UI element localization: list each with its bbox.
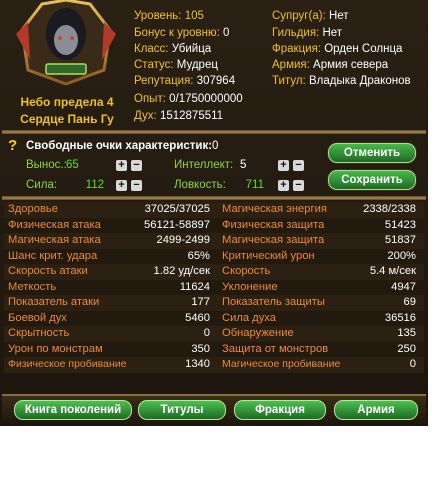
stat-value: 1.82 уд/сек	[153, 265, 210, 277]
stat-label: Скорость	[222, 265, 271, 277]
stat-value: 135	[397, 327, 416, 339]
rank-title-line1: Небо предела 4	[20, 95, 114, 109]
stat-row: Физическое пробивание 1340 Магическое проб…	[4, 357, 424, 373]
stat-value: 1340	[185, 358, 210, 370]
stat-value: 5.4 м/сек	[369, 265, 416, 277]
attr-agility-label: Ловкость:	[174, 179, 226, 191]
stat-row: Шанс крит. удара 65% Критический урон 200%	[4, 248, 424, 264]
info-experience: Опыт: 0/1750000000	[134, 93, 243, 105]
stamina-plus-button[interactable]: +	[116, 160, 127, 171]
info-spouse: Супруг(а): Нет	[272, 10, 349, 22]
stat-value: 0	[203, 327, 210, 339]
info-level: Уровень: 105	[134, 10, 204, 22]
strength-plus-button[interactable]: +	[116, 180, 127, 191]
stat-label: Физическая защита	[222, 218, 325, 231]
intellect-plus-button[interactable]: +	[278, 160, 289, 171]
info-army: Армия: Армия севера	[272, 59, 389, 71]
stat-label: Скорость атаки	[8, 265, 88, 277]
stat-label: Критический урон	[222, 249, 315, 262]
info-title: Титул: Владыка Драконов	[272, 75, 411, 87]
stat-value: 11624	[179, 280, 210, 293]
stat-label: Скрытность	[8, 327, 70, 339]
agility-plus-button[interactable]: +	[278, 180, 289, 191]
info-reputation: Репутация: 307964	[134, 75, 236, 87]
info-faction: Фракция: Орден Солнца	[272, 43, 403, 55]
stat-value: 200%	[387, 249, 416, 262]
stat-value: 2499-2499	[156, 234, 210, 246]
attr-agility-value: 711	[245, 179, 264, 191]
intellect-minus-button[interactable]: −	[293, 160, 304, 171]
stat-row: Скрытность 0 Обнаружение 135	[4, 326, 424, 342]
info-class: Класс: Убийца	[134, 43, 212, 55]
character-portrait	[14, 0, 118, 86]
stat-value: 69	[403, 296, 416, 308]
info-guild: Гильдия: Нет	[272, 27, 343, 39]
stat-value: 177	[191, 296, 210, 308]
stat-value: 51837	[384, 234, 416, 246]
stat-label: Здоровье	[8, 203, 58, 215]
stat-row: Меткость 11624 Уклонение 4947	[4, 279, 424, 295]
info-level-bonus: Бонус к уровню: 0	[134, 27, 230, 39]
stat-row: Здоровье 37025/37025 Магическая энергия 233…	[4, 202, 424, 218]
titles-button[interactable]: Титулы	[138, 400, 226, 420]
free-points-value: 0	[212, 140, 219, 152]
stat-row: Магическая атака 2499-2499 Магическая защи…	[4, 233, 424, 249]
strength-minus-button[interactable]: −	[131, 180, 142, 191]
attr-stamina-value: 65	[66, 159, 79, 171]
stat-label: Показатель атаки	[8, 296, 100, 308]
stat-value: 5460	[185, 311, 210, 324]
stat-value: 36516	[384, 311, 416, 324]
rank-title-line2: Сердце Пань Гу	[20, 112, 114, 126]
portrait-image	[16, 0, 116, 86]
stat-value: 65%	[187, 249, 210, 262]
stat-value: 4947	[391, 280, 416, 293]
stat-label: Магическая атака	[8, 234, 101, 246]
stat-row: Боевой дух 5460 Сила духа 36516	[4, 310, 424, 326]
stat-label: Уклонение	[222, 280, 278, 293]
stat-value: 350	[191, 342, 210, 355]
stat-label: Сила духа	[222, 311, 276, 324]
stat-row: Скорость атаки 1.82 уд/сек Скорость 5.4 м/с…	[4, 264, 424, 280]
attr-intellect-value: 5	[240, 159, 247, 171]
stat-row: Показатель атаки 177 Показатель защиты 69	[4, 295, 424, 311]
stat-label: Физическое пробивание	[8, 358, 127, 370]
stat-value: 51423	[384, 218, 416, 231]
cancel-button[interactable]: Отменить	[328, 143, 416, 163]
stat-label: Меткость	[8, 280, 57, 293]
attr-stamina-label: Вынос.:	[26, 159, 67, 171]
stat-label: Обнаружение	[222, 327, 294, 339]
stat-label: Урон по монстрам	[8, 342, 103, 355]
faction-button[interactable]: Фракция	[234, 400, 326, 420]
agility-minus-button[interactable]: −	[293, 180, 304, 191]
stat-value: 37025/37025	[144, 203, 210, 215]
stat-row: Физическая атака 56121-58897 Физическая за…	[4, 217, 424, 233]
free-points-label: Свободные очки характеристик:	[26, 140, 213, 152]
generations-book-button[interactable]: Книга поколений	[14, 400, 132, 420]
stat-label: Физическая атака	[8, 218, 101, 231]
stat-label: Магическая защита	[222, 234, 325, 246]
divider	[2, 130, 426, 134]
stat-label: Боевой дух	[8, 311, 67, 324]
divider	[2, 196, 426, 200]
stat-value: 0	[409, 358, 416, 370]
stat-value: 250	[397, 342, 416, 355]
stat-label: Шанс крит. удара	[8, 249, 98, 262]
help-question-icon[interactable]: ?	[8, 137, 17, 154]
stat-row: Урон по монстрам 350 Защита от монстров 250	[4, 341, 424, 357]
info-spirit: Дух: 1512875511	[134, 110, 224, 122]
attr-strength-value: 112	[85, 179, 104, 191]
stat-value: 56121-58897	[144, 218, 210, 231]
save-button[interactable]: Сохранить	[328, 170, 416, 190]
stat-value: 2338/2338	[363, 203, 416, 215]
attr-strength-label: Сила:	[26, 179, 58, 191]
stats-table: Здоровье 37025/37025 Магическая энергия 233…	[4, 202, 424, 373]
attr-intellect-label: Интеллект:	[174, 159, 234, 171]
info-status: Статус: Мудрец	[134, 59, 218, 71]
stamina-minus-button[interactable]: −	[131, 160, 142, 171]
character-panel: Небо предела 4 Сердце Пань Гу Уровень: 1…	[0, 0, 428, 426]
army-button[interactable]: Армия	[334, 400, 418, 420]
